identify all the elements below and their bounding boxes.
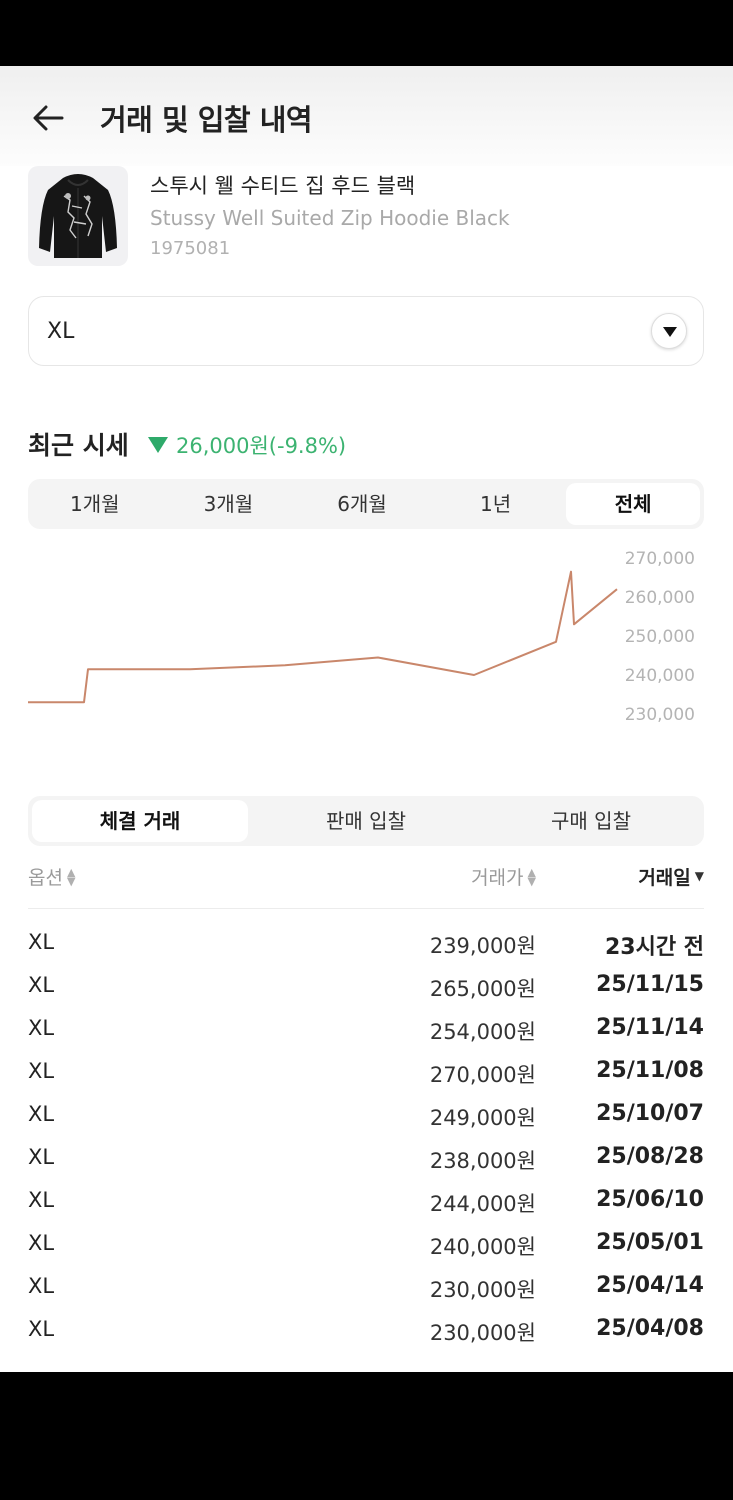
market-price-title: 최근 시세 [28,431,129,460]
price-change: 26,000원(-9.8%) [148,430,346,460]
row-price: 249,000원 [429,1106,536,1130]
product-name-en: Stussy Well Suited Zip Hoodie Black [150,206,510,230]
row-option: XL [28,1317,55,1341]
price-series-line [28,570,618,704]
row-option: XL [28,1102,55,1126]
y-tick-label: 240,000 [625,666,695,686]
trade-tabs: 체결 거래 판매 입찰 구매 입찰 [28,796,704,846]
row-price: 254,000원 [429,1020,536,1044]
tab-buy-bids[interactable]: 구매 입찰 [478,796,704,846]
y-tick-label: 260,000 [625,588,695,608]
table-row: XL 230,000원 25/04/08 [28,1309,704,1352]
row-option: XL [28,1016,55,1040]
product-image[interactable] [28,166,128,266]
table-row: XL 265,000원 25/11/15 [28,965,704,1008]
row-date: 25/10/07 [596,1101,704,1126]
y-tick-label: 250,000 [625,627,695,647]
chevron-down-icon [663,327,677,337]
row-option: XL [28,1231,55,1255]
header-date[interactable]: 거래일 ▼ [638,863,704,890]
screen: 거래 및 입찰 내역 스투시 웰 수티드 집 후드 블랙 Stussy Well… [0,66,733,1372]
row-option: XL [28,1274,55,1298]
table-row: XL 270,000원 25/11/08 [28,1051,704,1094]
product-model-code: 1975081 [150,238,231,259]
row-date: 25/04/08 [596,1316,704,1341]
size-select-value: XL [47,319,75,344]
period-tab-6m[interactable]: 6개월 [295,479,429,529]
row-date: 25/06/10 [596,1187,704,1212]
header-price-label: 거래가 [471,867,524,889]
row-option: XL [28,1188,55,1212]
row-date: 25/11/14 [596,1015,704,1040]
back-button[interactable] [28,96,72,140]
period-tab-all[interactable]: 전체 [566,483,700,525]
arrow-left-icon [33,105,64,131]
tab-completed-trades[interactable]: 체결 거래 [32,800,248,842]
black-hoodie-thumbnail [39,174,117,258]
down-triangle-icon [148,437,168,453]
row-price: 265,000원 [429,977,536,1001]
row-option: XL [28,1145,55,1169]
table-row: XL 230,000원 25/04/14 [28,1266,704,1309]
row-option: XL [28,930,55,954]
trade-table: XL 239,000원 23시간 전 XL 265,000원 25/11/15 XL 25… [28,922,704,1352]
row-date: 25/11/15 [596,972,704,997]
sort-icon: ▲ ▼ [527,865,536,888]
sort-desc-icon: ▼ [694,869,704,883]
row-price: 244,000원 [429,1192,536,1216]
table-row: XL 244,000원 25/06/10 [28,1180,704,1223]
row-price: 230,000원 [429,1278,536,1302]
table-row: XL 238,000원 25/08/28 [28,1137,704,1180]
sort-icon: ▲ ▼ [66,865,76,888]
row-price: 240,000원 [429,1235,536,1259]
row-date: 23시간 전 [605,935,704,960]
y-tick-label: 270,000 [625,549,695,569]
header-option-label: 옵션 [28,867,63,889]
row-price: 238,000원 [429,1149,536,1173]
row-price: 230,000원 [429,1321,536,1345]
header-option[interactable]: 옵션 ▲ ▼ [28,863,75,890]
price-change-value: 26,000원(-9.8%) [176,434,347,458]
header-price[interactable]: 거래가 ▲ ▼ [471,863,536,890]
row-price: 239,000원 [429,934,536,958]
period-tab-3m[interactable]: 3개월 [162,479,296,529]
price-chart: 270,000 260,000 250,000 240,000 230,000 [28,549,695,725]
row-date: 25/05/01 [596,1230,704,1255]
row-date: 25/11/08 [596,1058,704,1083]
row-option: XL [28,973,55,997]
row-price: 270,000원 [429,1063,536,1087]
table-row: XL 249,000원 25/10/07 [28,1094,704,1137]
period-tabs: 1개월 3개월 6개월 1년 전체 [28,479,704,529]
app-header: 거래 및 입찰 내역 [0,66,733,166]
header-date-label: 거래일 [638,867,691,889]
row-date: 25/08/28 [596,1144,704,1169]
size-select-toggle[interactable] [651,313,687,349]
tab-sell-bids[interactable]: 판매 입찰 [254,796,478,846]
y-tick-label: 230,000 [625,705,695,725]
table-row: XL 254,000원 25/11/14 [28,1008,704,1051]
table-row: XL 240,000원 25/05/01 [28,1223,704,1266]
page-title: 거래 및 입찰 내역 [100,103,313,137]
table-divider [28,908,704,909]
table-row: XL 239,000원 23시간 전 [28,922,704,965]
period-tab-1m[interactable]: 1개월 [28,479,162,529]
product-name-ko: 스투시 웰 수티드 집 후드 블랙 [150,174,416,198]
period-tab-1y[interactable]: 1년 [429,479,563,529]
row-date: 25/04/14 [596,1273,704,1298]
row-option: XL [28,1059,55,1083]
size-select[interactable]: XL [28,296,704,366]
